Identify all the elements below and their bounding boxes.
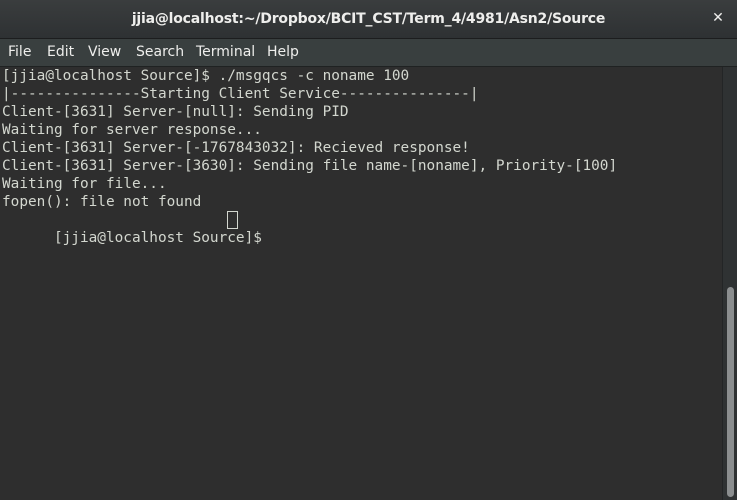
menu-edit[interactable]: Edit bbox=[47, 39, 74, 66]
close-window-button[interactable]: ✕ bbox=[707, 7, 729, 29]
menu-terminal[interactable]: Terminal bbox=[196, 39, 255, 66]
terminal-line: Client-[3631] Server-[null]: Sending PID bbox=[2, 104, 349, 120]
close-icon: ✕ bbox=[712, 10, 724, 26]
terminal-line: Client-[3631] Server-[3630]: Sending fil… bbox=[2, 158, 618, 174]
title-bar[interactable]: jjia@localhost:~/Dropbox/BCIT_CST/Term_4… bbox=[0, 0, 737, 39]
text-cursor bbox=[227, 211, 238, 229]
menu-view[interactable]: View bbox=[88, 39, 121, 66]
menu-file[interactable]: File bbox=[8, 39, 31, 66]
terminal-line: fopen(): file not found bbox=[2, 194, 202, 210]
terminal-line: |---------------Starting Client Service-… bbox=[2, 86, 479, 102]
window-title: jjia@localhost:~/Dropbox/BCIT_CST/Term_4… bbox=[131, 11, 606, 27]
menu-bar: File Edit View Search Terminal Help bbox=[0, 39, 737, 67]
terminal-prompt-line: [jjia@localhost Source]$ bbox=[2, 211, 271, 246]
scrollbar-thumb[interactable] bbox=[727, 287, 734, 497]
terminal-line: Client-[3631] Server-[-1767843032]: Reci… bbox=[2, 140, 470, 156]
terminal-line: [jjia@localhost Source]$ ./msgqcs -c non… bbox=[2, 68, 410, 84]
menu-help[interactable]: Help bbox=[267, 39, 299, 66]
terminal-line: Waiting for server response... bbox=[2, 122, 262, 138]
vertical-scrollbar[interactable] bbox=[722, 67, 737, 500]
terminal-line: Waiting for file... bbox=[2, 176, 167, 192]
terminal-window: jjia@localhost:~/Dropbox/BCIT_CST/Term_4… bbox=[0, 0, 737, 500]
terminal-output[interactable]: [jjia@localhost Source]$ ./msgqcs -c non… bbox=[0, 67, 722, 500]
menu-search[interactable]: Search bbox=[136, 39, 184, 66]
prompt-text: [jjia@localhost Source]$ bbox=[53, 230, 271, 246]
